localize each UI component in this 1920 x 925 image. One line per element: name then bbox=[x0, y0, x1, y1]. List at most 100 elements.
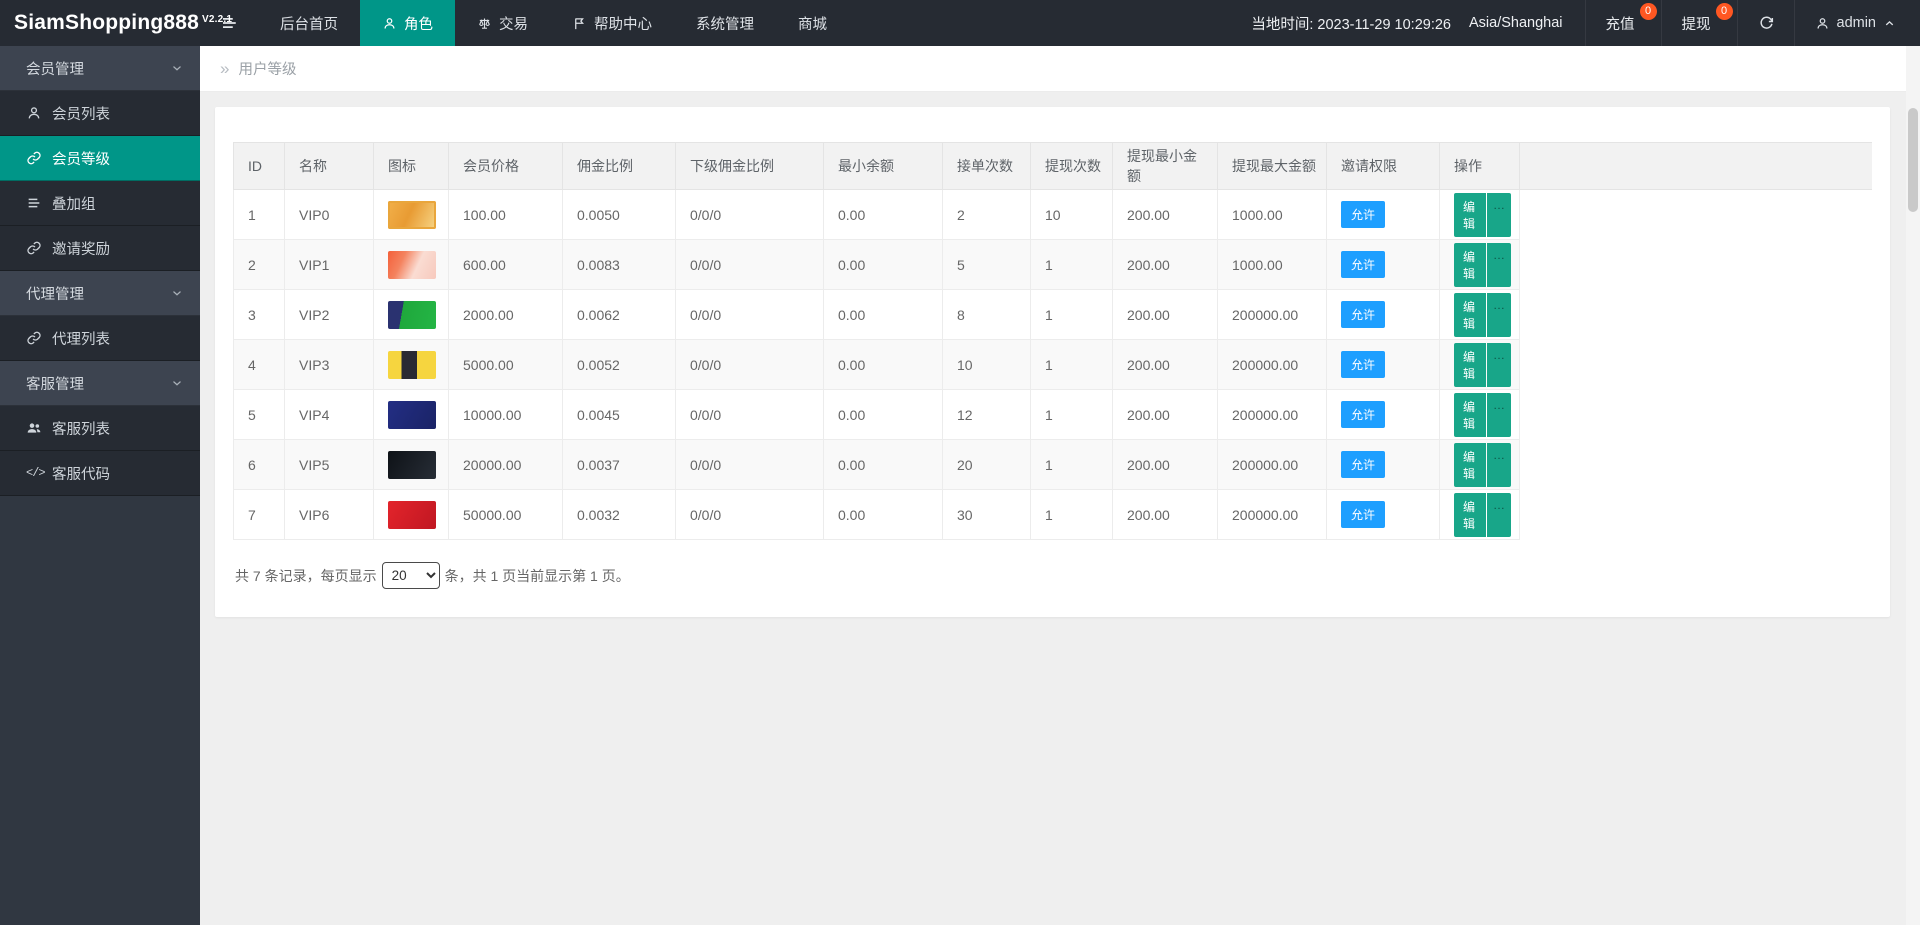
timezone-text: Asia/Shanghai bbox=[1469, 15, 1563, 31]
cell-withdraw-times: 1 bbox=[1031, 240, 1113, 290]
cell-min-balance: 0.00 bbox=[824, 440, 943, 490]
cell-name: VIP3 bbox=[285, 340, 374, 390]
sidebar-item-member-level[interactable]: 会员等级 bbox=[0, 136, 200, 181]
page-title: 用户等级 bbox=[238, 58, 296, 79]
cell-commission: 0.0050 bbox=[563, 190, 676, 240]
withdraw-button[interactable]: 提现 0 bbox=[1661, 0, 1737, 46]
allow-button[interactable]: 允许 bbox=[1341, 251, 1385, 278]
cell-filler bbox=[1520, 240, 1873, 290]
more-actions-button[interactable]: … bbox=[1487, 293, 1511, 337]
cell-id: 7 bbox=[234, 490, 285, 540]
edit-button[interactable]: 编辑 bbox=[1454, 293, 1486, 337]
cell-min-balance: 0.00 bbox=[824, 390, 943, 440]
allow-button[interactable]: 允许 bbox=[1341, 501, 1385, 528]
nav-item-system[interactable]: 系统管理 bbox=[674, 0, 776, 46]
main-content: » 用户等级 ID 名称 图标 会员价格 佣金比例 下级佣金比例 最小余额 接单… bbox=[200, 46, 1906, 925]
edit-button[interactable]: 编辑 bbox=[1454, 243, 1486, 287]
nav-item-dashboard[interactable]: 后台首页 bbox=[258, 0, 360, 46]
nav-item-mall[interactable]: 商城 bbox=[776, 0, 849, 46]
edit-button[interactable]: 编辑 bbox=[1454, 393, 1486, 437]
scrollbar[interactable] bbox=[1906, 46, 1920, 925]
cell-name: VIP1 bbox=[285, 240, 374, 290]
edit-button[interactable]: 编辑 bbox=[1454, 443, 1486, 487]
cell-name: VIP0 bbox=[285, 190, 374, 240]
sidebar-item-member-list[interactable]: 会员列表 bbox=[0, 91, 200, 136]
sidebar-item-invite-reward[interactable]: 邀请奖励 bbox=[0, 226, 200, 271]
cell-price: 600.00 bbox=[449, 240, 563, 290]
cell-id: 1 bbox=[234, 190, 285, 240]
page-size-select[interactable]: 20 bbox=[382, 562, 440, 589]
sidebar-item-service-list[interactable]: 客服列表 bbox=[0, 406, 200, 451]
cell-actions: 编辑… bbox=[1440, 490, 1520, 540]
cell-commission: 0.0037 bbox=[563, 440, 676, 490]
sidebar: 会员管理 会员列表 会员等级 叠加组 邀请奖励 代理管理 代理列表 客服管理 客… bbox=[0, 46, 200, 925]
cell-withdraw-times: 1 bbox=[1031, 490, 1113, 540]
edit-button[interactable]: 编辑 bbox=[1454, 193, 1486, 237]
cell-commission: 0.0062 bbox=[563, 290, 676, 340]
level-icon-image bbox=[388, 201, 436, 229]
edit-split-button: 编辑… bbox=[1454, 293, 1511, 337]
cell-filler bbox=[1520, 340, 1873, 390]
recharge-button[interactable]: 充值 0 bbox=[1585, 0, 1661, 46]
edit-button[interactable]: 编辑 bbox=[1454, 493, 1486, 537]
cell-invite-permission: 允许 bbox=[1327, 240, 1440, 290]
cell-sub-commission: 0/0/0 bbox=[676, 240, 824, 290]
user-avatar-icon bbox=[1815, 16, 1830, 31]
nav-item-roles[interactable]: 角色 bbox=[360, 0, 455, 46]
refresh-button[interactable] bbox=[1737, 0, 1794, 46]
table-row: 4 VIP3 5000.00 0.0052 0/0/0 0.00 10 1 20… bbox=[234, 340, 1873, 390]
app-title: SiamShopping888 bbox=[14, 11, 199, 35]
recharge-badge: 0 bbox=[1640, 3, 1657, 20]
table-header-row: ID 名称 图标 会员价格 佣金比例 下级佣金比例 最小余额 接单次数 提现次数… bbox=[234, 143, 1873, 190]
table-row: 7 VIP6 50000.00 0.0032 0/0/0 0.00 30 1 2… bbox=[234, 490, 1873, 540]
sidebar-item-service-code[interactable]: </> 客服代码 bbox=[0, 451, 200, 496]
code-icon: </> bbox=[26, 466, 42, 480]
main-menu: 后台首页 角色 交易 帮助中心 系统管理 商城 bbox=[258, 0, 849, 46]
more-actions-button[interactable]: … bbox=[1487, 443, 1511, 487]
cell-name: VIP5 bbox=[285, 440, 374, 490]
sidebar-group-member-management[interactable]: 会员管理 bbox=[0, 46, 200, 91]
more-actions-button[interactable]: … bbox=[1487, 193, 1511, 237]
cell-withdraw-min: 200.00 bbox=[1113, 440, 1218, 490]
nav-item-trade[interactable]: 交易 bbox=[455, 0, 550, 46]
cell-withdraw-min: 200.00 bbox=[1113, 290, 1218, 340]
column-withdraw-max: 提现最大金额 bbox=[1218, 143, 1327, 190]
cell-id: 3 bbox=[234, 290, 285, 340]
allow-button[interactable]: 允许 bbox=[1341, 201, 1385, 228]
level-icon-image bbox=[388, 501, 436, 529]
withdraw-badge: 0 bbox=[1716, 3, 1733, 20]
cell-min-balance: 0.00 bbox=[824, 340, 943, 390]
allow-button[interactable]: 允许 bbox=[1341, 401, 1385, 428]
cell-sub-commission: 0/0/0 bbox=[676, 490, 824, 540]
cell-actions: 编辑… bbox=[1440, 240, 1520, 290]
more-actions-button[interactable]: … bbox=[1487, 243, 1511, 287]
sidebar-group-agent-management[interactable]: 代理管理 bbox=[0, 271, 200, 316]
user-menu[interactable]: admin bbox=[1794, 0, 1920, 46]
allow-button[interactable]: 允许 bbox=[1341, 451, 1385, 478]
table-row: 1 VIP0 100.00 0.0050 0/0/0 0.00 2 10 200… bbox=[234, 190, 1873, 240]
sidebar-group-service-management[interactable]: 客服管理 bbox=[0, 361, 200, 406]
cell-sub-commission: 0/0/0 bbox=[676, 290, 824, 340]
cell-invite-permission: 允许 bbox=[1327, 440, 1440, 490]
cell-invite-permission: 允许 bbox=[1327, 290, 1440, 340]
allow-button[interactable]: 允许 bbox=[1341, 301, 1385, 328]
cell-icon bbox=[374, 290, 449, 340]
column-commission: 佣金比例 bbox=[563, 143, 676, 190]
more-actions-button[interactable]: … bbox=[1487, 493, 1511, 537]
cell-sub-commission: 0/0/0 bbox=[676, 340, 824, 390]
scrollbar-thumb[interactable] bbox=[1908, 108, 1918, 212]
nav-item-help-center[interactable]: 帮助中心 bbox=[550, 0, 674, 46]
sidebar-item-agent-list[interactable]: 代理列表 bbox=[0, 316, 200, 361]
cell-orders: 12 bbox=[943, 390, 1031, 440]
more-actions-button[interactable]: … bbox=[1487, 343, 1511, 387]
cell-min-balance: 0.00 bbox=[824, 490, 943, 540]
sidebar-item-overlay-group[interactable]: 叠加组 bbox=[0, 181, 200, 226]
edit-split-button: 编辑… bbox=[1454, 393, 1511, 437]
table-row: 3 VIP2 2000.00 0.0062 0/0/0 0.00 8 1 200… bbox=[234, 290, 1873, 340]
cell-icon bbox=[374, 340, 449, 390]
more-actions-button[interactable]: … bbox=[1487, 393, 1511, 437]
edit-button[interactable]: 编辑 bbox=[1454, 343, 1486, 387]
table-row: 2 VIP1 600.00 0.0083 0/0/0 0.00 5 1 200.… bbox=[234, 240, 1873, 290]
cell-commission: 0.0032 bbox=[563, 490, 676, 540]
allow-button[interactable]: 允许 bbox=[1341, 351, 1385, 378]
